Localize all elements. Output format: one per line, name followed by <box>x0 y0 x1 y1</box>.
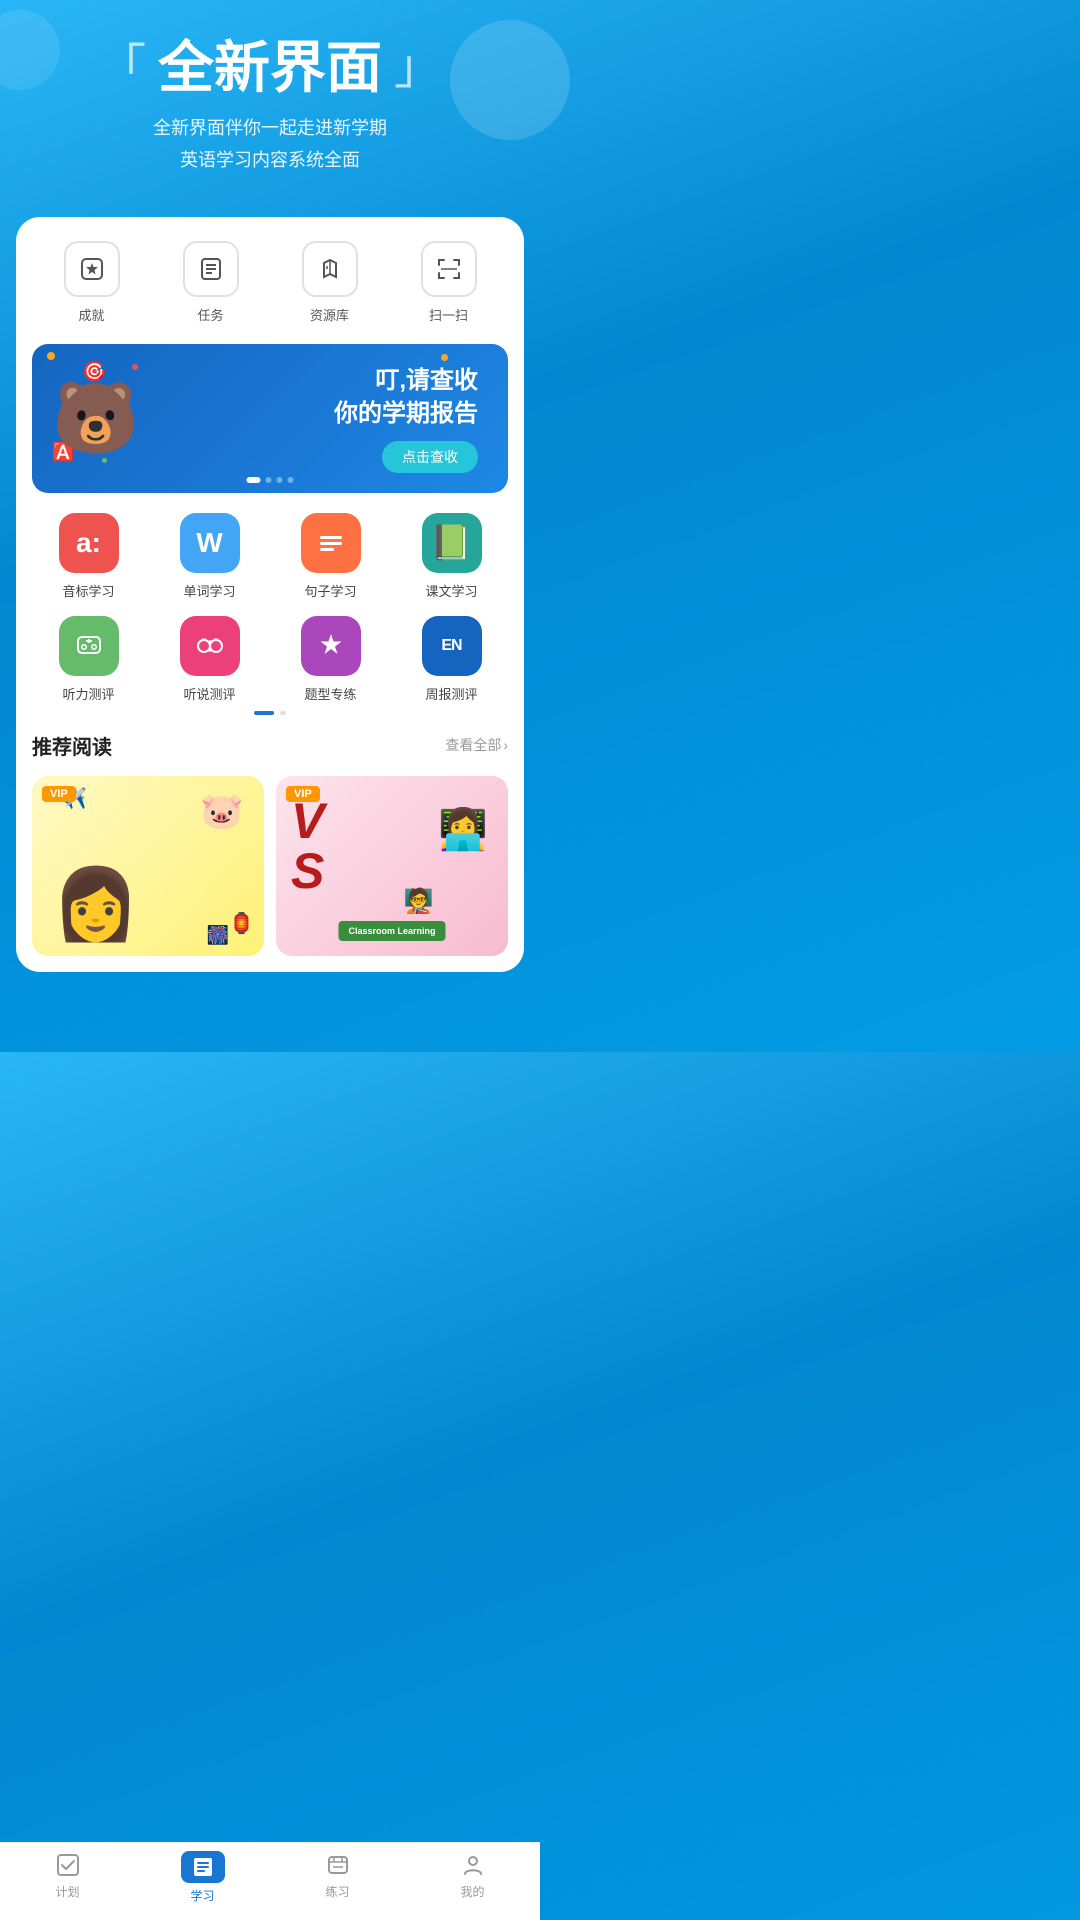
feature-exercises[interactable]: 题型专练 <box>274 616 387 703</box>
text-icon: 📗 <box>422 513 482 573</box>
nav-plan[interactable]: 计划 <box>0 1851 135 1904</box>
card1-pig: 🐷 <box>200 791 244 832</box>
vocab-icon: W <box>180 513 240 573</box>
task-icon <box>183 241 239 297</box>
achievement-icon <box>64 241 120 297</box>
grid-dot-1 <box>254 711 274 715</box>
nav-learn-icon <box>181 1851 225 1883</box>
card1-lantern: 🏮 <box>229 911 254 936</box>
feature-weekly[interactable]: EN 周报测评 <box>395 616 508 703</box>
sentence-label: 句子学习 <box>304 581 356 600</box>
scan-label: 扫一扫 <box>429 305 468 324</box>
banner-mascot: 🐻 <box>52 383 139 453</box>
section-title: 推荐阅读 <box>32 731 112 760</box>
quick-action-library[interactable]: 资源库 <box>302 241 358 324</box>
classroom-board: Classroom Learning <box>338 921 445 941</box>
recommended-section: 推荐阅读 查看全部 › VIP 👩 🐷 ✈️ 🏮 🎆 <box>32 731 508 956</box>
card1-girl: 👩 <box>52 864 139 946</box>
quick-action-scan[interactable]: 扫一扫 <box>421 241 477 324</box>
card1-lantern2: 🎆 <box>207 925 229 946</box>
text-label: 课文学习 <box>425 581 477 600</box>
phonics-label: 音标学习 <box>62 581 114 600</box>
task-label: 任务 <box>197 305 223 324</box>
banner-button[interactable]: 点击查收 <box>382 441 478 473</box>
main-card: 成就 任务 <box>16 217 524 972</box>
reading-cards: VIP 👩 🐷 ✈️ 🏮 🎆 VIP VS <box>32 776 508 956</box>
vip-badge-1: VIP <box>42 786 76 802</box>
vip-badge-2: VIP <box>286 786 320 802</box>
nav-practice-label: 练习 <box>325 1883 349 1900</box>
header-subtitle: 全新界面伴你一起走进新学期 英语学习内容系统全面 <box>20 112 520 177</box>
header-title: 全新界面 <box>158 40 382 96</box>
feature-listening[interactable]: 听力测评 <box>32 616 145 703</box>
nav-practice[interactable]: 练习 <box>270 1851 405 1904</box>
sentence-icon <box>301 513 361 573</box>
see-all-button[interactable]: 查看全部 › <box>445 735 508 755</box>
speaking-label: 听说测评 <box>183 684 235 703</box>
library-icon <box>302 241 358 297</box>
grid-dot-2 <box>280 711 286 715</box>
grid-indicator <box>32 711 508 715</box>
reading-card-2[interactable]: VIP VS 👩‍💻 Classroom Learning 🧑‍🏫 <box>276 776 508 956</box>
feature-phonics[interactable]: a: 音标学习 <box>32 513 145 600</box>
nav-practice-icon <box>324 1851 352 1879</box>
listening-label: 听力测评 <box>62 684 114 703</box>
card2-person: 👩‍💻 <box>438 806 488 853</box>
vs-text: VS <box>291 796 324 896</box>
reading-card-1[interactable]: VIP 👩 🐷 ✈️ 🏮 🎆 <box>32 776 264 956</box>
bottom-nav: 计划 学习 练习 <box>0 1842 540 1920</box>
feature-vocab[interactable]: W 单词学习 <box>153 513 266 600</box>
nav-learn-label: 学习 <box>190 1887 214 1904</box>
nav-mine-label: 我的 <box>460 1883 484 1900</box>
weekly-label: 周报测评 <box>425 684 477 703</box>
quick-actions-bar: 成就 任务 <box>32 241 508 324</box>
banner-title: 叮,请查收你的学期报告 <box>139 364 478 431</box>
feature-sentence[interactable]: 句子学习 <box>274 513 387 600</box>
phonics-icon: a: <box>59 513 119 573</box>
achievement-label: 成就 <box>78 305 104 324</box>
feature-text[interactable]: 📗 课文学习 <box>395 513 508 600</box>
card2-teacher: 🧑‍🏫 <box>404 887 434 916</box>
bracket-right: 」 <box>394 44 442 92</box>
feature-grid: a: 音标学习 W 单词学习 句子学习 📗 课文学习 <box>32 513 508 703</box>
header-title-row: 「 全新界面 」 <box>20 40 520 96</box>
feature-speaking[interactable]: 听说测评 <box>153 616 266 703</box>
banner-dots <box>247 477 294 483</box>
weekly-icon: EN <box>422 616 482 676</box>
nav-mine[interactable]: 我的 <box>405 1851 540 1904</box>
nav-plan-icon <box>54 1851 82 1879</box>
nav-mine-icon <box>459 1851 487 1879</box>
vocab-label: 单词学习 <box>183 581 235 600</box>
speaking-icon <box>180 616 240 676</box>
exercises-icon <box>301 616 361 676</box>
nav-plan-label: 计划 <box>55 1883 79 1900</box>
library-label: 资源库 <box>310 305 349 324</box>
nav-learn[interactable]: 学习 <box>135 1851 270 1904</box>
scan-icon <box>421 241 477 297</box>
bracket-left: 「 <box>98 44 146 92</box>
section-header: 推荐阅读 查看全部 › <box>32 731 508 760</box>
quick-action-task[interactable]: 任务 <box>183 241 239 324</box>
banner-content: 叮,请查收你的学期报告 点击查收 <box>139 364 488 473</box>
quick-action-achievement[interactable]: 成就 <box>64 241 120 324</box>
listening-icon <box>59 616 119 676</box>
exercises-label: 题型专练 <box>304 684 356 703</box>
banner[interactable]: 🐻 🎯 🅰️ 叮,请查收你的学期报告 点击查收 <box>32 344 508 493</box>
